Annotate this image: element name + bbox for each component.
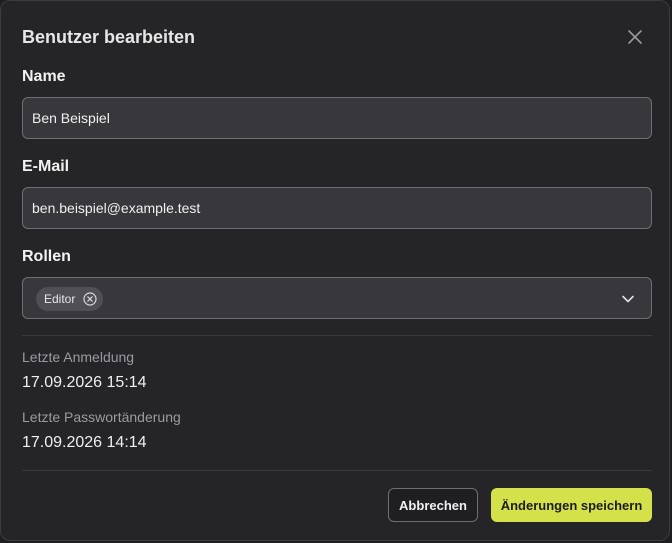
cancel-button[interactable]: Abbrechen bbox=[388, 488, 478, 522]
roles-select[interactable]: Editor bbox=[22, 277, 652, 319]
last-password-change-label: Letzte Passwortänderung bbox=[22, 409, 181, 425]
email-input[interactable] bbox=[22, 187, 652, 229]
role-chip-editor: Editor bbox=[36, 287, 104, 311]
role-chip-label: Editor bbox=[44, 292, 76, 306]
divider-top bbox=[22, 335, 652, 336]
close-button[interactable] bbox=[625, 27, 645, 47]
close-icon bbox=[628, 30, 642, 44]
roles-label: Rollen bbox=[22, 248, 71, 265]
last-password-change-value: 17.09.2026 14:14 bbox=[22, 434, 147, 451]
email-label: E-Mail bbox=[22, 158, 70, 175]
name-label: Name bbox=[22, 68, 66, 85]
save-changes-button[interactable]: Änderungen speichern bbox=[491, 488, 652, 522]
last-login-label: Letzte Anmeldung bbox=[22, 349, 135, 365]
name-input[interactable] bbox=[22, 97, 652, 139]
chevron-down-icon bbox=[622, 295, 634, 303]
dialog-title: Benutzer bearbeiten bbox=[22, 27, 196, 47]
circle-x-icon[interactable] bbox=[83, 292, 97, 306]
edit-user-dialog: Benutzer bearbeiten Name E-Mail Rollen E… bbox=[0, 0, 670, 541]
last-login-value: 17.09.2026 15:14 bbox=[22, 374, 147, 391]
divider-bottom bbox=[22, 470, 652, 471]
